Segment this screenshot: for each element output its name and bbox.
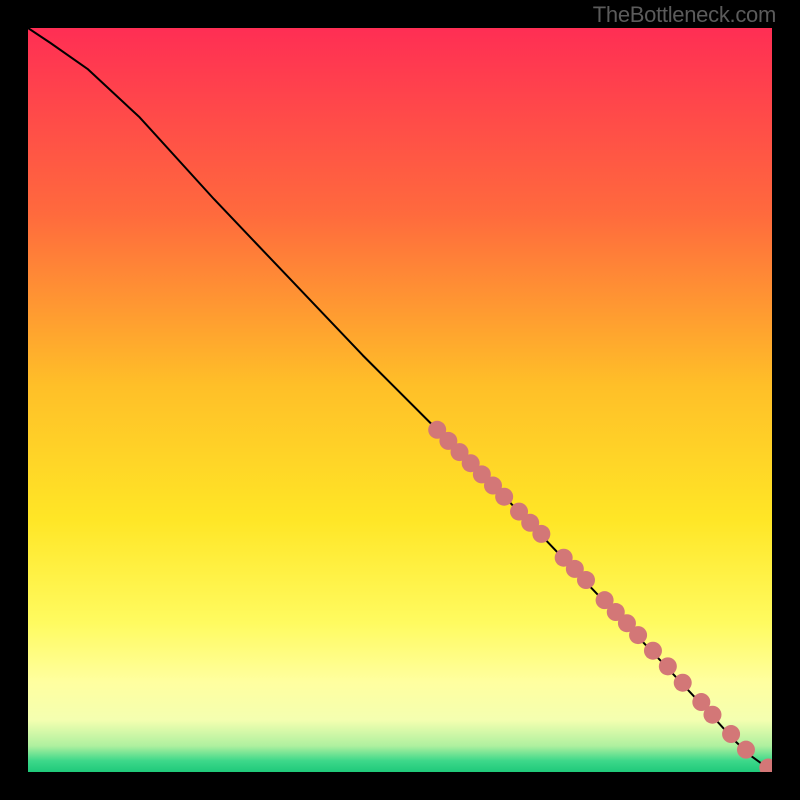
watermark-text: TheBottleneck.com [593,2,776,28]
plot-area [28,28,772,772]
chart-container: TheBottleneck.com [0,0,800,800]
chart-svg [28,28,772,772]
